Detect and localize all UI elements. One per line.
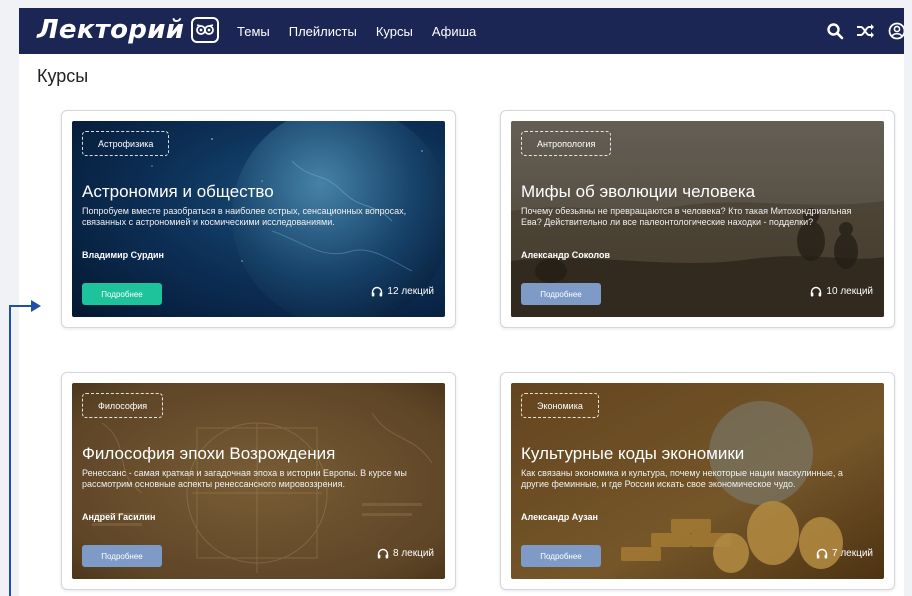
lecture-count-text: 8 лекций (392, 548, 434, 559)
course-card[interactable]: Экономика Культурные коды экономики Как … (500, 372, 895, 590)
course-card-cover: Антропология Мифы об эволюции человека П… (511, 121, 884, 317)
course-description: Почему обезьяны не превращаются в челове… (521, 206, 852, 227)
course-card-content: Астрофизика Астрономия и общество Попроб… (72, 121, 445, 317)
course-author: Андрей Гасилин (82, 512, 156, 522)
course-card[interactable]: Астрофизика Астрономия и общество Попроб… (61, 110, 456, 328)
course-card[interactable]: Антропология Мифы об эволюции человека П… (500, 110, 895, 328)
headphones-icon (377, 548, 389, 559)
logo-owl-icon (191, 17, 220, 43)
course-title[interactable]: Культурные коды экономики (521, 444, 744, 464)
course-title[interactable]: Мифы об эволюции человека (521, 182, 755, 202)
course-author: Александр Аузан (521, 512, 598, 522)
course-card[interactable]: Философия Философия эпохи Возрождения Ре… (61, 372, 456, 590)
annotation-line (9, 305, 31, 307)
course-title[interactable]: Астрономия и общество (82, 182, 274, 202)
nav-courses[interactable]: Курсы (376, 24, 413, 39)
search-icon[interactable] (826, 22, 844, 40)
course-card-content: Экономика Культурные коды экономики Как … (511, 383, 884, 579)
course-card-content: Антропология Мифы об эволюции человека П… (511, 121, 884, 317)
course-card-cover: Экономика Культурные коды экономики Как … (511, 383, 884, 579)
course-card-cover: Философия Философия эпохи Возрождения Ре… (72, 383, 445, 579)
course-title[interactable]: Философия эпохи Возрождения (82, 444, 335, 464)
lecture-count: 8 лекций (377, 548, 434, 559)
headphones-icon (811, 286, 822, 297)
annotation-line (9, 305, 11, 596)
course-card-cover: Астрофизика Астрономия и общество Попроб… (72, 121, 445, 317)
lecture-count-text: 12 лекций (387, 286, 434, 297)
category-tag[interactable]: Философия (82, 393, 164, 418)
page-title: Курсы (37, 66, 89, 86)
right-margin (904, 0, 912, 596)
details-button[interactable]: Подробнее (521, 545, 601, 567)
course-author: Владимир Сурдин (82, 250, 164, 260)
lecture-count-text: 10 лекций (826, 286, 873, 297)
lecture-count: 7 лекций (816, 548, 873, 559)
course-description: Попробуем вместе разобраться в наиболее … (82, 206, 407, 227)
details-button[interactable]: Подробнее (82, 283, 162, 305)
headphones-icon (816, 548, 828, 559)
course-description: Как связаны экономика и культура, почему… (521, 468, 843, 489)
top-navbar: Лекторий Темы Плейлисты Курсы Афиша (19, 8, 904, 54)
details-button[interactable]: Подробнее (521, 283, 601, 305)
category-tag[interactable]: Антропология (521, 131, 612, 156)
details-button[interactable]: Подробнее (82, 545, 162, 567)
course-card-content: Философия Философия эпохи Возрождения Ре… (72, 383, 445, 579)
category-tag[interactable]: Астрофизика (82, 131, 170, 156)
category-tag[interactable]: Экономика (521, 393, 599, 418)
logo-text: Лекторий (37, 15, 185, 45)
annotation-arrow-icon (31, 300, 41, 312)
nav-icons (814, 8, 904, 54)
lecture-count-text: 7 лекций (831, 548, 873, 559)
course-author: Александр Соколов (521, 250, 611, 260)
lecture-count: 12 лекций (371, 286, 434, 297)
logo[interactable]: Лекторий (37, 14, 220, 46)
page: Лекторий Темы Плейлисты Курсы Афиша Курс… (19, 8, 904, 596)
user-icon[interactable] (888, 22, 904, 40)
nav-events[interactable]: Афиша (432, 24, 476, 39)
lecture-count: 10 лекций (810, 286, 873, 297)
main-nav: Темы Плейлисты Курсы Афиша (237, 8, 495, 54)
nav-topics[interactable]: Темы (237, 24, 270, 39)
headphones-icon (372, 286, 383, 297)
course-description: Ренессанс - самая краткая и загадочная э… (82, 468, 407, 489)
shuffle-icon[interactable] (856, 23, 876, 39)
nav-playlists[interactable]: Плейлисты (289, 24, 357, 39)
